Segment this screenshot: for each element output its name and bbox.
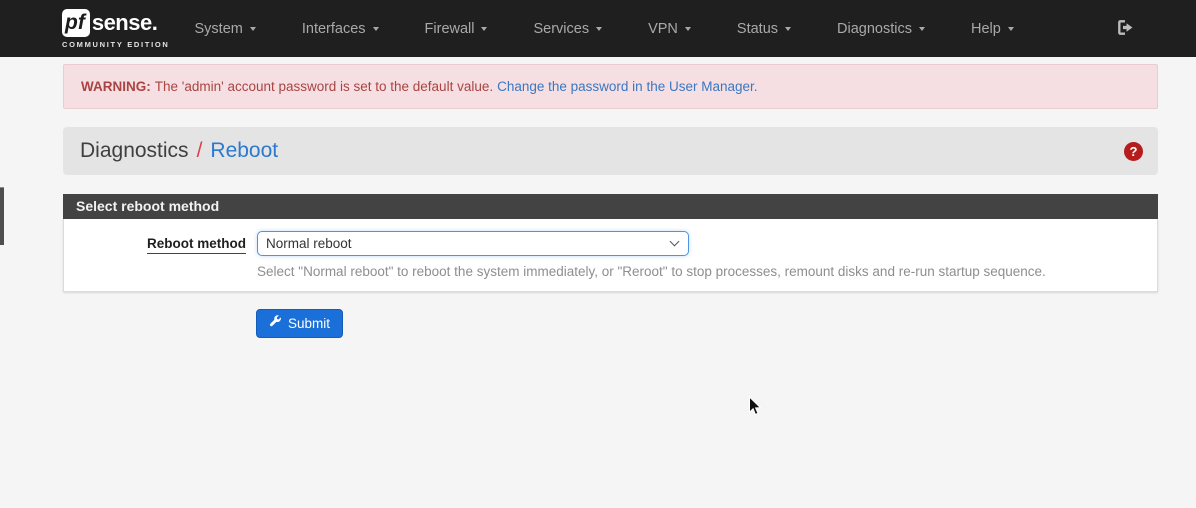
nav-item-label: System — [195, 21, 243, 37]
caret-down-icon — [481, 27, 487, 31]
breadcrumb-section: Diagnostics — [80, 139, 189, 162]
nav-item-vpn[interactable]: VPN — [625, 11, 714, 47]
reboot-method-row: Reboot method Normal reboot Select "Norm… — [64, 231, 1157, 279]
control-column: Normal reboot Select "Normal reboot" to … — [257, 231, 1157, 279]
pfsense-logo-wordmark: pf sense. — [62, 9, 170, 37]
top-navbar: pf sense. COMMUNITY EDITION System Inter… — [0, 0, 1196, 57]
breadcrumb: Diagnostics / Reboot — [80, 139, 278, 163]
nav-item-system[interactable]: System — [172, 11, 279, 47]
caret-down-icon — [1008, 27, 1014, 31]
panel-body: Reboot method Normal reboot Select "Norm… — [63, 219, 1158, 292]
warning-text: The 'admin' account password is set to t… — [155, 79, 493, 94]
password-warning-banner: WARNING: The 'admin' account password is … — [63, 64, 1158, 109]
page-content: WARNING: The 'admin' account password is … — [63, 64, 1158, 338]
nav-item-help[interactable]: Help — [948, 11, 1037, 47]
logout-button[interactable] — [1115, 17, 1136, 41]
wrench-icon — [269, 315, 282, 331]
nav-item-label: Diagnostics — [837, 21, 912, 37]
caret-down-icon — [685, 27, 691, 31]
pfsense-logo-name: sense. — [92, 12, 158, 34]
warning-prefix: WARNING: — [81, 79, 151, 94]
mouse-cursor — [748, 396, 766, 422]
reboot-method-label: Reboot method — [147, 236, 246, 254]
nav-item-label: VPN — [648, 21, 678, 37]
submit-row: Submit — [63, 309, 1158, 338]
pfsense-logo[interactable]: pf sense. COMMUNITY EDITION — [62, 9, 170, 49]
caret-down-icon — [250, 27, 256, 31]
submit-button[interactable]: Submit — [256, 309, 343, 338]
question-mark-icon: ? — [1130, 144, 1138, 159]
nav-item-status[interactable]: Status — [714, 11, 814, 47]
nav-item-label: Firewall — [425, 21, 475, 37]
caret-down-icon — [785, 27, 791, 31]
reboot-method-help-text: Select "Normal reboot" to reboot the sys… — [257, 264, 1157, 279]
pfsense-logo-subtitle: COMMUNITY EDITION — [62, 40, 170, 49]
caret-down-icon — [596, 27, 602, 31]
change-password-link[interactable]: Change the password in the User Manager. — [497, 79, 757, 94]
page: { "colors": { "primary": "#1a6fd8", "dan… — [0, 0, 1196, 508]
nav-item-services[interactable]: Services — [510, 11, 625, 47]
nav-item-label: Services — [533, 21, 589, 37]
nav-item-interfaces[interactable]: Interfaces — [279, 11, 402, 47]
nav-item-label: Help — [971, 21, 1001, 37]
nav-item-firewall[interactable]: Firewall — [402, 11, 511, 47]
help-button[interactable]: ? — [1124, 142, 1143, 161]
label-column: Reboot method — [64, 231, 257, 279]
pfsense-logo-pf-mark: pf — [62, 9, 90, 37]
reboot-method-select-wrap: Normal reboot — [257, 231, 689, 256]
reboot-panel: Select reboot method Reboot method Norma… — [63, 194, 1158, 292]
panel-header: Select reboot method — [63, 194, 1158, 219]
caret-down-icon — [919, 27, 925, 31]
caret-down-icon — [373, 27, 379, 31]
reboot-method-select[interactable]: Normal reboot — [257, 231, 689, 256]
left-edge-artifact — [0, 187, 4, 245]
nav-item-diagnostics[interactable]: Diagnostics — [814, 11, 948, 47]
panel-title: Select reboot method — [76, 198, 219, 214]
sign-out-icon — [1115, 17, 1136, 41]
submit-button-label: Submit — [288, 316, 330, 331]
nav-item-label: Status — [737, 21, 778, 37]
breadcrumb-separator: / — [197, 139, 203, 162]
main-menu: System Interfaces Firewall Services VPN … — [172, 11, 1037, 47]
page-title-bar: Diagnostics / Reboot ? — [63, 127, 1158, 175]
breadcrumb-page: Reboot — [210, 139, 278, 162]
nav-item-label: Interfaces — [302, 21, 366, 37]
